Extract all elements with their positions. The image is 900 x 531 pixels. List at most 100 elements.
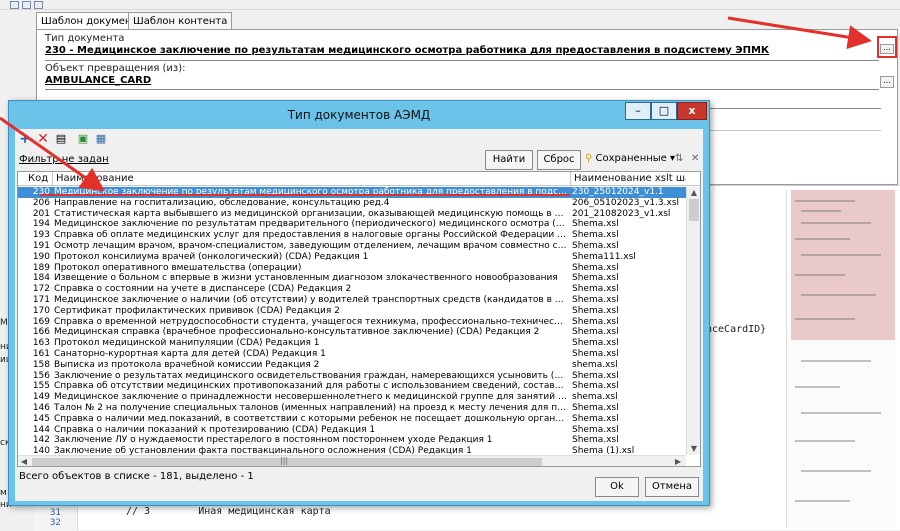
filter-options-icon[interactable]: ⇅ [675,153,683,164]
row-code: 201 [32,208,50,219]
maximize-button[interactable]: □ [651,102,677,120]
table-row[interactable]: 166 Медицинская справка (врачебное профес… [18,327,686,338]
table-row[interactable]: 191 Осмотр лечащим врачом, врачом-специал… [18,241,686,252]
row-template: Shema.xsl [572,338,619,349]
object-select-button[interactable]: ... [880,76,894,88]
table-row[interactable]: 146 Талон № 2 на получение специальных та… [18,403,686,414]
field-underline [45,89,879,90]
editor-toolbar [0,0,900,10]
status-text: Всего объектов в списке - 181, выделено … [19,471,254,482]
row-template: shema.xsl [572,359,618,370]
row-code: 206 [32,197,50,208]
row-code: 189 [32,262,50,273]
filter-link[interactable]: Фильтр не задан [19,154,109,165]
table-row[interactable]: 194 Медицинское заключение по результатам… [18,219,686,230]
sort-icon[interactable] [34,1,43,9]
row-name: Справка о состоянии на учете в диспансер… [54,284,352,295]
table-row[interactable]: 155 Справка об отсутствии медицинских про… [18,381,686,392]
object-value[interactable]: AMBULANCE_CARD [45,75,345,88]
vertical-scrollbar[interactable]: ▲ ▼ [686,187,700,455]
table-row[interactable]: 158 Выписка из протокола врачебной комисс… [18,360,686,371]
row-code: 193 [32,230,50,241]
row-code: 191 [32,240,50,251]
table-row[interactable]: 230 Медицинское заключение по результатам… [18,187,686,198]
row-template: Shema.xsl [572,435,619,446]
cancel-button[interactable]: Отмена [645,477,699,497]
close-button[interactable]: x [677,102,707,120]
row-name: Заключение ЛУ о нуждаемости престарелого… [54,435,493,446]
minimap-line [795,440,855,442]
refresh-icon[interactable]: ▣ [75,131,91,147]
table-row[interactable]: 149 Медицинское заключение о принадлежнос… [18,392,686,403]
column-header-template[interactable]: Наименование xslt шаблона доку [574,173,686,184]
tab-content-template[interactable]: Шаблон контента [128,12,233,30]
scroll-up-icon[interactable]: ▲ [687,187,700,199]
scroll-right-icon[interactable]: ▶ [672,456,684,466]
row-template: shema.xsl [572,392,618,403]
row-code: 142 [32,435,50,446]
row-template: Shema.xsl [572,327,619,338]
minimap-line [801,360,871,362]
table-header: Код Наименование Наименование xslt шабло… [18,172,700,186]
table-row[interactable]: 189 Протокол оперативного вмешательства (… [18,263,686,274]
check-icon[interactable] [22,1,31,9]
row-code: 145 [32,413,50,424]
row-name: Выписка из протокола врачебной комиссии … [54,359,320,370]
column-header-name[interactable]: Наименование [56,173,134,184]
table-row[interactable]: 170 Сертификат профилактических прививок … [18,306,686,317]
saved-filters-dropdown[interactable]: ⚲ Сохраненные ▾ [585,153,675,164]
row-template: Shema.xsl [572,424,619,435]
row-template: Shema.xsl [572,305,619,316]
delete-icon[interactable]: ✕ [35,131,51,147]
clear-filter-icon[interactable]: ✕ [691,153,699,164]
row-template: Shema.xsl [572,230,619,241]
table-row[interactable]: 193 Справка об оплате медицинских услуг д… [18,230,686,241]
table-row[interactable]: 140 Заключение об установлении факта пост… [18,446,686,455]
minimap-line [801,254,881,256]
object-label: Объект превращения (из): [45,63,186,74]
dialog-title-bar[interactable]: Тип документов АЭМД – □ x [9,101,709,129]
minimap-line [795,386,840,388]
vertical-scroll-thumb[interactable] [689,199,699,221]
row-name: Справка о наличии показаний к протезиров… [54,424,376,435]
properties-icon[interactable]: ▤ [53,131,69,147]
column-header-code[interactable]: Код [28,173,48,184]
table-rows: 230 Медицинское заключение по результатам… [18,187,686,455]
add-icon[interactable]: + [17,131,33,147]
table-row[interactable]: 144 Справка о наличии показаний к протези… [18,425,686,436]
scroll-down-icon[interactable]: ▼ [687,443,700,455]
row-code: 149 [32,392,50,403]
reset-button[interactable]: Сброс [537,150,581,170]
table-row[interactable]: 172 Справка о состоянии на учете в диспан… [18,284,686,295]
chevron-down-icon: ▾ [666,153,676,164]
table-row[interactable]: 163 Протокол медицинской манипуляции (CDA… [18,338,686,349]
table-row[interactable]: 145 Справка о наличии мед.показаний, в со… [18,414,686,425]
row-name: Осмотр лечащим врачом, врачом-специалист… [54,240,568,251]
table-row[interactable]: 201 Статистическая карта выбывшего из мед… [18,209,686,220]
minimap-line [795,238,850,240]
doc-type-select-button[interactable]: ... [877,36,897,58]
doc-type-value[interactable]: 230 - Медицинское заключение по результа… [45,45,875,58]
table-row[interactable]: 171 Медицинское заключение о наличии (об … [18,295,686,306]
table-row[interactable]: 184 Извещение о больном с впервые в жизни… [18,273,686,284]
export-icon[interactable]: ▦ [93,131,109,147]
table-row[interactable]: 169 Справка о временной нетрудоспособност… [18,317,686,328]
table-row[interactable]: 161 Санаторно-курортная карта для детей (… [18,349,686,360]
code-minimap[interactable] [786,190,896,528]
scroll-left-icon[interactable]: ◀ [18,456,30,466]
left-fragment: м [0,488,7,498]
row-template: Shema.xsl [572,273,619,284]
grid-icon[interactable] [10,1,19,9]
ok-button[interactable]: Ok [595,477,639,497]
table-row[interactable]: 142 Заключение ЛУ о нуждаемости престарел… [18,435,686,446]
row-name: Медицинское заключение о наличии (об отс… [54,294,568,305]
row-code: 163 [32,338,50,349]
table-row[interactable]: 156 Заключение о результатах медицинского… [18,371,686,382]
code-fragment: nceCardID} [706,324,767,335]
row-name: Медицинское заключение о принадлежности … [54,392,568,403]
find-button[interactable]: Найти [485,150,533,170]
table-row[interactable]: 206 Направление на госпитализацию, обслед… [18,198,686,209]
horizontal-scrollbar[interactable]: ◀ ||| ▶ [18,455,686,466]
minimize-button[interactable]: – [625,102,651,120]
table-row[interactable]: 190 Протокол консилиума врачей (онкологич… [18,252,686,263]
